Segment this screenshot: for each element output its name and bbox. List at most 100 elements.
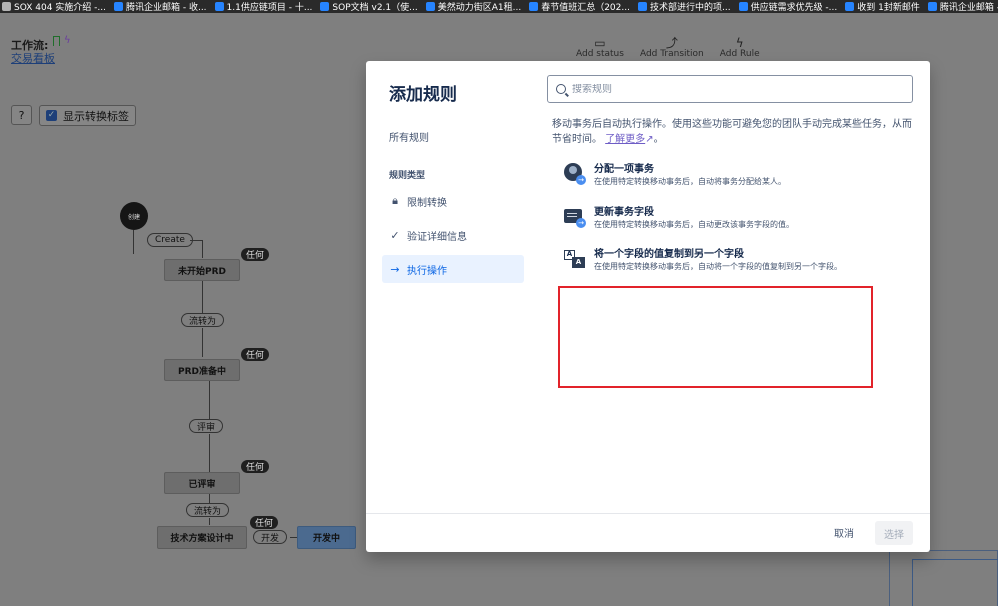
connector-line (209, 434, 210, 472)
arrow-right-icon: → (390, 262, 400, 276)
connector-line (202, 328, 203, 357)
any-transition-badge[interactable]: 任何 (250, 516, 279, 529)
copy-field-icon: A A (564, 248, 586, 270)
modal-title: 添加规则 (389, 85, 457, 105)
sidebar-item-all-rules[interactable]: 所有规则 (382, 123, 524, 150)
confluence-icon (425, 2, 435, 11)
confluence-icon (845, 2, 855, 11)
bookmark-item[interactable]: 腾讯企业邮箱 - 3 (926, 0, 998, 13)
bookmark-label: SOX 404 实施介绍 -... (14, 3, 106, 13)
status-node-active[interactable]: 开发中 (297, 526, 356, 549)
transition-label[interactable]: 流转为 (186, 503, 230, 517)
connector-line (190, 240, 202, 241)
status-node[interactable]: 已评审 (164, 472, 240, 494)
sidebar-item-validate-details[interactable]: ✓ 验证详细信息 (382, 221, 524, 249)
status-node[interactable]: 技术方案设计中 (157, 526, 247, 549)
highlight-annotation-box (558, 286, 873, 388)
any-transition-badge[interactable]: 任何 (241, 460, 270, 473)
minimap-viewport[interactable] (912, 559, 998, 606)
status-node[interactable]: 未开始PRD (164, 259, 240, 281)
lightning-icon: ϟ (735, 36, 744, 50)
learn-more-link[interactable]: 了解更多 (605, 134, 645, 145)
bookmark-label: 1.1供应链项目 - 十... (226, 3, 313, 13)
confluence-icon (637, 2, 647, 11)
create-transition-label[interactable]: Create (147, 233, 193, 247)
confluence-icon (529, 2, 539, 11)
search-icon (556, 84, 566, 94)
diagram-minimap[interactable] (889, 550, 998, 606)
modal-footer: 取消 选择 (366, 513, 930, 552)
rule-type-sidebar: 所有规则 规则类型 🔒︎ 限制转换 ✓ 验证详细信息 → 执行操作 (382, 119, 524, 289)
search-rules-field[interactable] (547, 75, 913, 103)
assign-icon: → (564, 163, 586, 185)
sidebar-item-perform-actions[interactable]: → 执行操作 (382, 255, 524, 283)
rule-option-copy-field[interactable]: A A 将一个字段的值复制到另一个字段 在使用特定转换移动事务后，自动将一个字段… (564, 248, 904, 273)
check-icon: ✓ (390, 228, 400, 242)
bookmark-label: 技术部进行中的项... (649, 3, 731, 13)
lock-icon: 🔒︎ (392, 194, 398, 207)
transition-icon: ⤴ (665, 36, 678, 50)
toolbar-actions: ▭ Add status ⤴ Add Transition ϟ Add Rule (576, 37, 760, 59)
external-link-icon: ↗ (645, 134, 654, 145)
search-input[interactable] (572, 83, 892, 95)
bookmark-item[interactable]: 春节值班汇总（202... (527, 0, 636, 13)
rule-title: 更新事务字段 (594, 207, 654, 218)
bookmark-item[interactable]: SOP文档 v2.1（使... (318, 0, 423, 13)
any-transition-badge[interactable]: 任何 (241, 348, 270, 361)
add-rule-button[interactable]: ϟ Add Rule (720, 37, 760, 59)
rule-description: 在使用特定转换移动事务后，自动将一个字段的值复制到另一个字段。 (594, 262, 842, 271)
bookmark-item[interactable]: 收到 1封新邮件 (843, 0, 926, 13)
bookmarks-bar: SOX 404 实施介绍 -... 腾讯企业邮箱 - 收... 1.1供应链项目 -… (0, 0, 998, 13)
sidebar-category-label: 规则类型 (389, 171, 426, 181)
help-button[interactable]: ? (11, 105, 32, 125)
status-node[interactable]: PRD准备中 (164, 359, 240, 381)
bookmark-item[interactable]: 供应链需求优先级 -... (737, 0, 844, 13)
bookmark-icon[interactable] (53, 36, 60, 46)
bookmark-item[interactable]: SOX 404 实施介绍 -... (0, 0, 112, 13)
bookmark-item[interactable]: 技术部进行中的项... (636, 0, 737, 13)
status-icon: ▭ (594, 36, 606, 50)
bookmark-label: 腾讯企业邮箱 - 3 (939, 3, 998, 13)
bookmark-item[interactable]: 腾讯企业邮箱 - 收... (112, 0, 213, 13)
confluence-icon (113, 2, 123, 11)
update-field-icon: → (564, 206, 586, 228)
workflow-status-icons: ϟ (53, 36, 71, 46)
rule-option-update-field[interactable]: → 更新事务字段 在使用特定转换移动事务后，自动更改该事务字段的值。 (564, 206, 904, 231)
add-status-button[interactable]: ▭ Add status (576, 37, 624, 59)
page-icon (2, 2, 11, 11)
transition-label[interactable]: 流转为 (181, 313, 225, 327)
sidebar-item-restrict-transition[interactable]: 🔒︎ 限制转换 (382, 187, 524, 215)
bookmark-label: 春节值班汇总（202... (541, 3, 630, 13)
checkbox-icon[interactable]: ✓ (46, 110, 57, 121)
bookmark-label: SOP文档 v2.1（使... (332, 3, 418, 13)
connector-line (202, 240, 203, 258)
confluence-icon (214, 2, 224, 11)
bookmark-item[interactable]: 1.1供应链项目 - 十... (213, 0, 319, 13)
bookmark-label: 收到 1封新邮件 (857, 3, 920, 13)
select-button[interactable]: 选择 (875, 521, 913, 545)
confluence-icon (927, 2, 937, 11)
bookmark-label: 美然动力街区A1租... (437, 3, 522, 13)
bookmark-label: 腾讯企业邮箱 - 收... (125, 3, 207, 13)
bookmark-label: 供应链需求优先级 -... (750, 3, 838, 13)
rule-title: 分配一项事务 (594, 164, 654, 175)
connector-line (133, 230, 134, 254)
cancel-button[interactable]: 取消 (834, 525, 854, 540)
transition-label[interactable]: 评审 (189, 419, 224, 433)
transition-label[interactable]: 开发 (253, 530, 288, 544)
show-transition-labels-toggle[interactable]: ✓ 显示转换标签 (39, 105, 136, 126)
add-transition-button[interactable]: ⤴ Add Transition (640, 37, 704, 59)
confluence-icon (738, 2, 748, 11)
add-rule-modal: 添加规则 所有规则 规则类型 🔒︎ 限制转换 ✓ 验证详细信息 → 执行操作 移… (366, 61, 930, 552)
start-node[interactable]: 创建 (120, 202, 148, 230)
rules-description: 移动事务后自动执行操作。使用这些功能可避免您的团队手动完成某些任务，从而节省时间… (552, 119, 912, 145)
rule-option-assign[interactable]: → 分配一项事务 在使用特定转换移动事务后，自动将事务分配给某人。 (564, 163, 904, 188)
connector-line (209, 381, 210, 420)
connector-line (209, 518, 210, 525)
bookmark-item[interactable]: 美然动力街区A1租... (424, 0, 527, 13)
rule-description: 在使用特定转换移动事务后，自动更改该事务字段的值。 (594, 220, 794, 229)
any-transition-badge[interactable]: 任何 (241, 248, 270, 261)
confluence-icon (320, 2, 330, 11)
lightning-icon[interactable]: ϟ (64, 36, 71, 46)
workflow-name-link[interactable]: 交易看板 (11, 50, 55, 66)
